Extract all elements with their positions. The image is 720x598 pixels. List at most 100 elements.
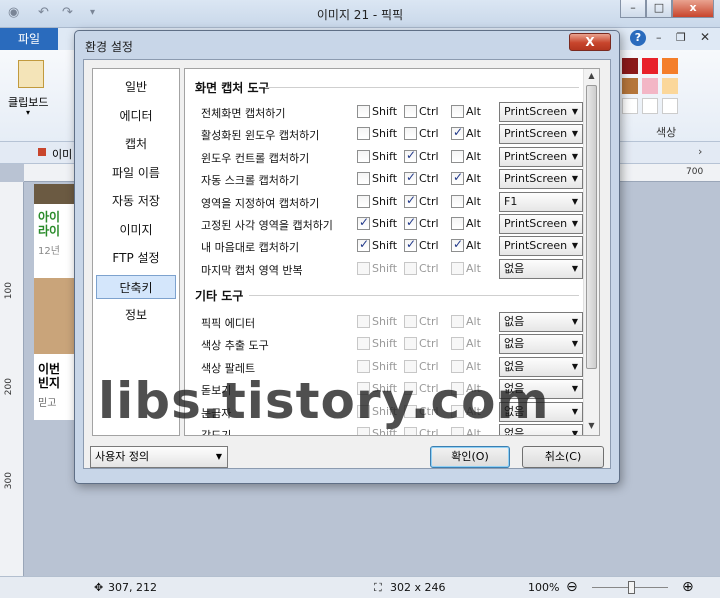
ctrl-checkbox[interactable]: [404, 148, 417, 163]
key-select[interactable]: PrintScreen ▼: [499, 236, 583, 257]
ctrl-checkbox[interactable]: [404, 237, 417, 253]
nav-item[interactable]: 에디터: [96, 104, 176, 128]
ctrl-checkbox[interactable]: [404, 261, 417, 275]
file-tab[interactable]: 파일: [0, 28, 58, 50]
ctrl-checkbox[interactable]: [404, 193, 417, 208]
shift-checkbox[interactable]: [357, 315, 370, 328]
key-select[interactable]: PrintScreen ▼: [499, 214, 583, 234]
ctrl-checkbox[interactable]: [404, 382, 417, 396]
shift-checkbox[interactable]: [357, 382, 370, 396]
nav-item[interactable]: 파일 이름: [96, 161, 176, 185]
shift-checkbox[interactable]: [357, 337, 370, 351]
key-select[interactable]: F1 ▼: [499, 191, 583, 212]
ctrl-checkbox[interactable]: [404, 105, 417, 118]
scroll-thumb[interactable]: [586, 85, 597, 369]
panel-scrollbar[interactable]: ▲ ▼: [583, 69, 599, 435]
profile-select[interactable]: 사용자 정의 ▼: [90, 446, 228, 468]
cancel-button[interactable]: 취소(C): [522, 446, 604, 468]
alt-checkbox[interactable]: [451, 125, 464, 141]
alt-checkbox[interactable]: [451, 382, 464, 396]
shift-checkbox[interactable]: [357, 127, 370, 141]
ctrl-checkbox[interactable]: [404, 315, 417, 328]
ctrl-checkbox[interactable]: [404, 404, 417, 418]
zoom-slider-thumb[interactable]: [628, 581, 635, 594]
color-swatch[interactable]: [662, 58, 678, 74]
color-swatch[interactable]: [622, 58, 638, 74]
shift-checkbox[interactable]: [357, 194, 370, 208]
dialog-close-button[interactable]: X: [569, 33, 611, 51]
nav-item[interactable]: 캡처: [96, 132, 176, 156]
nav-item[interactable]: 자동 저장: [96, 189, 176, 213]
chevron-down-icon: ▼: [571, 219, 578, 228]
ctrl-checkbox[interactable]: [404, 127, 417, 141]
shift-checkbox[interactable]: [357, 261, 370, 275]
nav-item[interactable]: FTP 설정: [96, 246, 176, 270]
alt-checkbox[interactable]: [451, 404, 464, 418]
color-swatch[interactable]: [642, 98, 658, 114]
ctrl-checkbox[interactable]: [404, 170, 417, 186]
ctrl-checkbox[interactable]: [404, 359, 417, 373]
key-select[interactable]: PrintScreen ▼: [499, 169, 583, 190]
color-swatch[interactable]: [662, 98, 678, 114]
help-icon[interactable]: ?: [630, 30, 646, 46]
minimize-button[interactable]: –: [620, 0, 646, 18]
alt-checkbox[interactable]: [451, 315, 464, 328]
shift-checkbox[interactable]: [357, 237, 370, 253]
key-select[interactable]: PrintScreen ▼: [499, 102, 583, 122]
nav-item[interactable]: 단축키: [96, 274, 176, 299]
nav-item[interactable]: 정보: [96, 303, 176, 327]
alt-checkbox[interactable]: [451, 105, 464, 118]
color-swatch[interactable]: [642, 78, 658, 94]
alt-checkbox[interactable]: [451, 194, 464, 208]
ribbon-restore-icon[interactable]: ❐: [676, 31, 686, 44]
alt-checkbox[interactable]: [451, 237, 464, 253]
key-select[interactable]: 없음 ▼: [499, 356, 583, 377]
shift-checkbox[interactable]: [357, 427, 370, 435]
tab-nav-right-icon[interactable]: ›: [698, 145, 702, 158]
zoom-out-icon[interactable]: ⊖: [566, 579, 578, 595]
shift-checkbox[interactable]: [357, 105, 370, 118]
key-select[interactable]: PrintScreen ▼: [499, 146, 583, 167]
alt-label: Alt: [466, 382, 481, 396]
ctrl-checkbox[interactable]: [404, 337, 417, 351]
color-swatch[interactable]: [662, 78, 678, 94]
alt-checkbox[interactable]: [451, 261, 464, 275]
shift-checkbox[interactable]: [357, 149, 370, 163]
scroll-down-icon[interactable]: ▼: [586, 421, 597, 433]
ctrl-checkbox[interactable]: [404, 215, 417, 230]
ok-button[interactable]: 확인(O): [430, 446, 510, 468]
key-select[interactable]: 없음 ▼: [499, 334, 583, 355]
shift-checkbox[interactable]: [357, 359, 370, 373]
ribbon-minimize-icon[interactable]: –: [656, 31, 662, 44]
shift-checkbox[interactable]: [357, 172, 370, 186]
color-swatch[interactable]: [622, 98, 638, 114]
alt-checkbox[interactable]: [451, 149, 464, 163]
shift-checkbox[interactable]: [357, 215, 370, 230]
nav-item[interactable]: 이미지: [96, 218, 176, 242]
alt-checkbox[interactable]: [451, 427, 464, 435]
ribbon-close-icon[interactable]: ✕: [700, 30, 710, 44]
paste-icon[interactable]: [18, 60, 44, 88]
ctrl-label: Ctrl: [419, 427, 439, 436]
color-swatch[interactable]: [642, 58, 658, 74]
zoom-in-icon[interactable]: ⊕: [682, 579, 694, 595]
color-swatch[interactable]: [622, 78, 638, 94]
key-select[interactable]: 없음 ▼: [499, 401, 583, 422]
key-select[interactable]: 없음 ▼: [499, 424, 583, 435]
app-close-button[interactable]: x: [672, 0, 714, 18]
maximize-button[interactable]: □: [646, 0, 672, 18]
ctrl-checkbox[interactable]: [404, 427, 417, 435]
key-select-value: PrintScreen: [504, 239, 568, 253]
alt-checkbox[interactable]: [451, 359, 464, 373]
key-select[interactable]: 없음 ▼: [499, 258, 583, 279]
key-select[interactable]: 없음 ▼: [499, 312, 583, 332]
key-select[interactable]: PrintScreen ▼: [499, 124, 583, 145]
alt-checkbox[interactable]: [451, 337, 464, 351]
alt-checkbox[interactable]: [451, 217, 464, 230]
alt-checkbox[interactable]: [451, 170, 464, 186]
shift-checkbox[interactable]: [357, 404, 370, 418]
nav-item[interactable]: 일반: [96, 75, 176, 99]
scroll-up-icon[interactable]: ▲: [586, 71, 597, 83]
document-tab[interactable]: 이미: [52, 146, 72, 162]
key-select[interactable]: 없음 ▼: [499, 379, 583, 400]
